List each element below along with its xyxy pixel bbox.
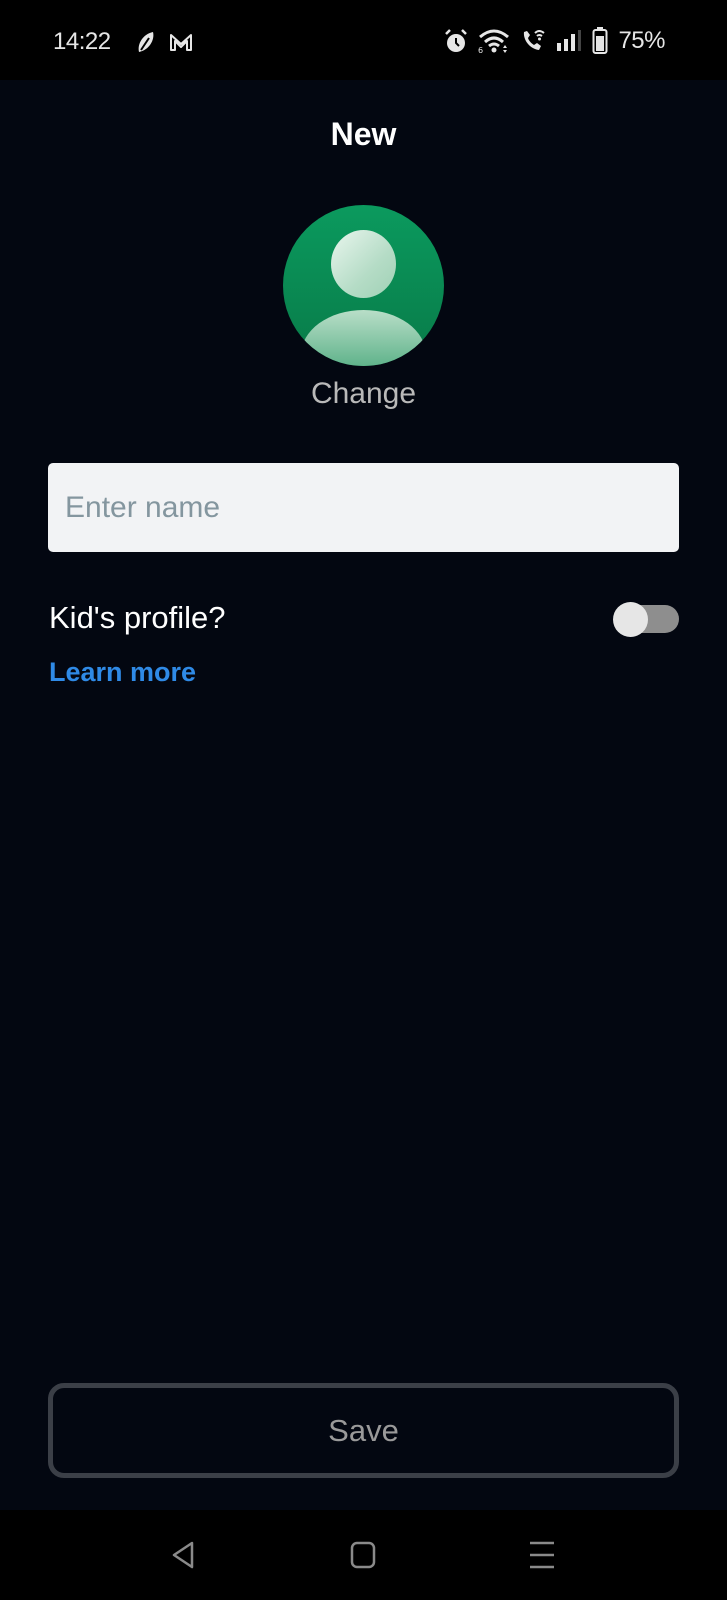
recents-menu-icon[interactable] — [529, 1540, 555, 1570]
system-icons: 6 75% — [444, 27, 665, 55]
new-profile-screen: New Change Kid's profile? Learn more Sav… — [0, 80, 727, 1510]
avatar-body-shape — [301, 310, 426, 366]
change-avatar-button[interactable]: Change — [0, 377, 727, 411]
signal-icon — [557, 30, 582, 51]
profile-avatar[interactable] — [283, 205, 444, 366]
home-icon[interactable] — [350, 1540, 376, 1570]
kids-profile-toggle[interactable] — [613, 602, 679, 637]
battery-icon — [592, 27, 608, 54]
gmail-icon — [170, 34, 192, 51]
learn-more-link[interactable]: Learn more — [49, 657, 196, 688]
leaf-notification-icon — [138, 32, 154, 52]
kids-profile-label: Kid's profile? — [49, 600, 226, 635]
name-input[interactable] — [48, 463, 679, 552]
toggle-thumb — [613, 602, 648, 637]
save-button[interactable]: Save — [48, 1383, 679, 1478]
battery-percent: 75% — [618, 27, 665, 54]
status-time: 14:22 — [53, 28, 111, 55]
svg-text:6: 6 — [478, 46, 483, 54]
page-title: New — [330, 116, 397, 152]
navigation-bar — [0, 1510, 727, 1600]
avatar-head-shape — [331, 230, 396, 298]
alarm-icon — [445, 29, 468, 52]
status-bar: 14:22 6 75% — [0, 0, 727, 80]
notification-icons — [135, 30, 193, 54]
back-icon[interactable] — [170, 1540, 196, 1570]
wifi-icon: 6 — [478, 29, 510, 54]
wifi-calling-icon — [524, 30, 546, 50]
